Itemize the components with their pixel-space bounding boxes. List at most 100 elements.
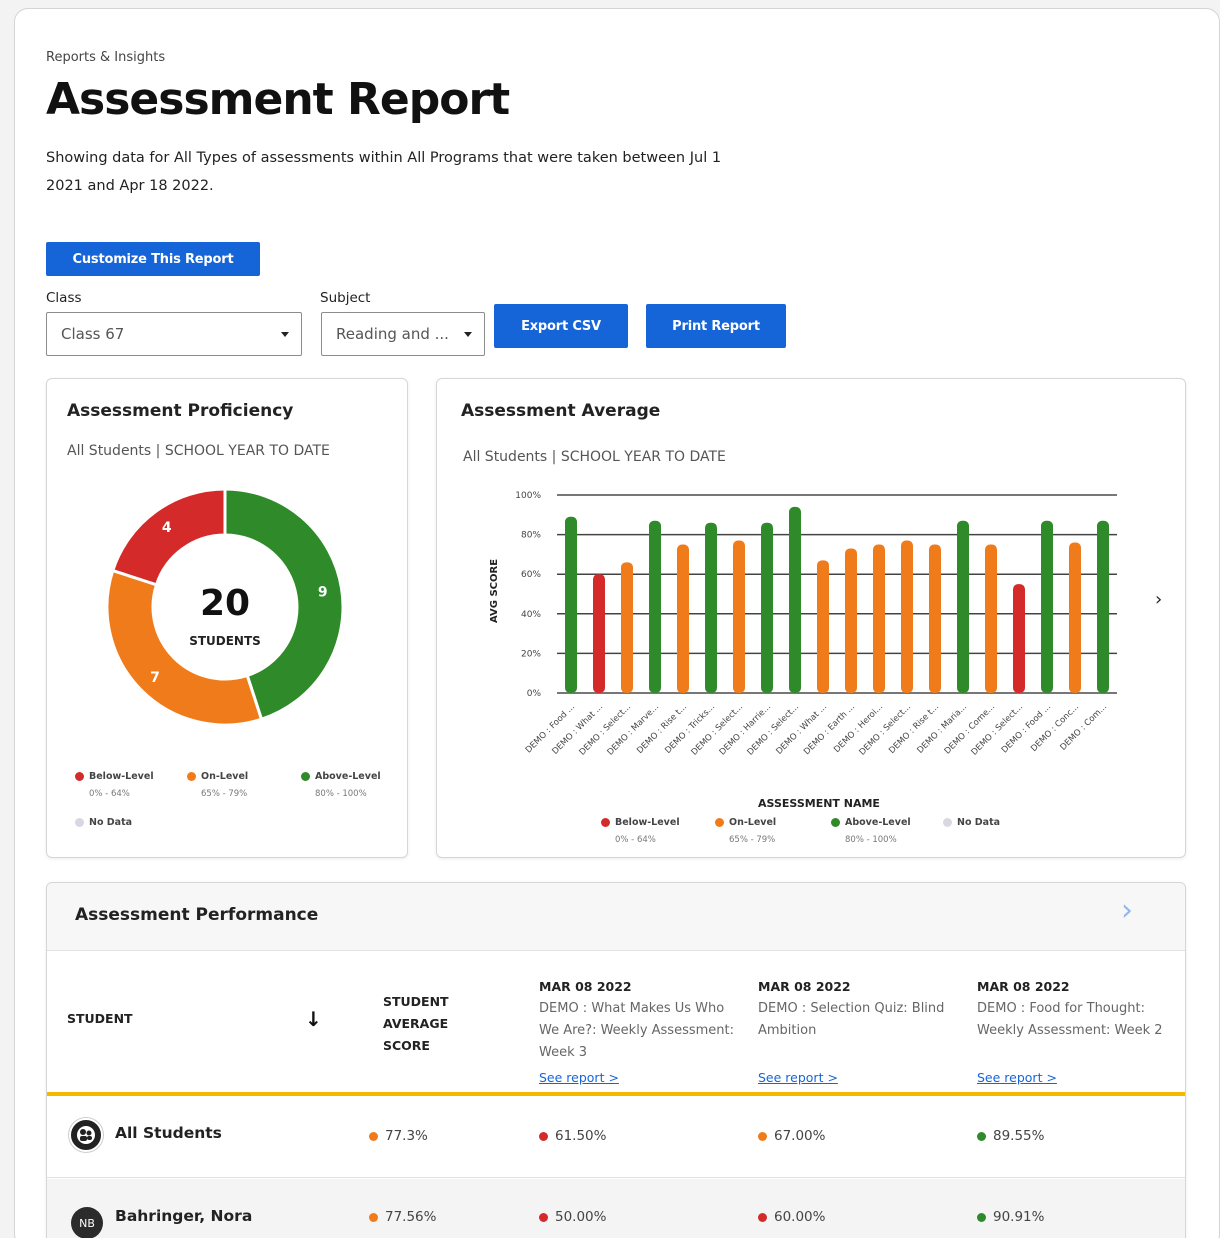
- y-tick-label: 100%: [515, 491, 541, 501]
- bar-3[interactable]: [621, 562, 633, 693]
- bar-17[interactable]: [1013, 584, 1025, 693]
- legend-label: No Data: [89, 817, 133, 828]
- group-avatar-icon: [69, 1118, 103, 1152]
- bar-1[interactable]: [565, 516, 577, 693]
- export-csv-button[interactable]: Export CSV: [494, 304, 628, 348]
- x-tick-label: DEMO : Maria...: [915, 702, 969, 756]
- bar-11[interactable]: [845, 548, 857, 693]
- subject-select[interactable]: Reading and ...: [321, 312, 485, 356]
- avatar: NB: [71, 1207, 103, 1238]
- x-tick-label: DEMO : Select...: [970, 702, 1026, 758]
- chevron-down-icon: [281, 331, 289, 337]
- legend-dot: [943, 818, 952, 827]
- bar-13[interactable]: [901, 540, 913, 693]
- legend-dot: [831, 818, 840, 827]
- bar-8[interactable]: [761, 522, 773, 693]
- class-select[interactable]: Class 67: [46, 312, 302, 356]
- legend-label: On-Level: [201, 771, 249, 782]
- x-tick-label: DEMO : Food ...: [1000, 702, 1053, 755]
- bar-10[interactable]: [817, 560, 829, 693]
- x-axis-label: ASSESSMENT NAME: [758, 797, 880, 810]
- see-report-link[interactable]: See report >: [539, 1070, 739, 1085]
- legend-range: 0% - 64%: [89, 789, 130, 799]
- legend-dot: [75, 818, 84, 827]
- see-report-link[interactable]: See report >: [977, 1070, 1177, 1085]
- score-cell: 50.00%: [539, 1209, 606, 1225]
- donut-center-value: 20: [200, 583, 250, 624]
- legend-dot: [715, 818, 724, 827]
- x-tick-label: DEMO : Select...: [858, 702, 914, 758]
- see-report-link[interactable]: See report >: [758, 1070, 958, 1085]
- bar-4[interactable]: [649, 520, 661, 693]
- bar-6[interactable]: [705, 522, 717, 693]
- assessment-name: DEMO : What Makes Us Who We Are?: Weekly…: [539, 1001, 734, 1060]
- legend-label: Below-Level: [89, 771, 154, 782]
- chevron-right-icon[interactable]: ›: [1155, 589, 1162, 610]
- col-student-header[interactable]: STUDENT: [67, 1011, 133, 1026]
- average-subtitle: All Students | SCHOOL YEAR TO DATE: [463, 449, 726, 465]
- bar-19[interactable]: [1069, 542, 1081, 693]
- x-tick-label: DEMO : What ...: [550, 702, 605, 757]
- score-cell: 90.91%: [977, 1209, 1044, 1225]
- legend-label: Below-Level: [615, 817, 680, 828]
- sort-arrow-down-icon[interactable]: ↓: [305, 1007, 322, 1031]
- customize-report-button[interactable]: Customize This Report: [46, 242, 260, 276]
- assessment-name: DEMO : Food for Thought: Weekly Assessme…: [977, 1001, 1163, 1038]
- bar-2[interactable]: [593, 574, 605, 693]
- donut-slice-below-level[interactable]: [110, 487, 227, 587]
- performance-card: Assessment Performance › STUDENT ↓ STUDE…: [46, 882, 1186, 1238]
- x-tick-label: DEMO : Select...: [690, 702, 746, 758]
- below-level-dot: [758, 1212, 767, 1222]
- bar-5[interactable]: [677, 544, 689, 694]
- assessment-name: DEMO : Selection Quiz: Blind Ambition: [758, 1001, 945, 1038]
- average-score-cell: 77.56%: [369, 1209, 436, 1225]
- score-cell: 61.50%: [539, 1128, 606, 1144]
- score-cell: 60.00%: [758, 1209, 825, 1225]
- student-name[interactable]: Bahringer, Nora: [115, 1207, 252, 1225]
- legend-label: No Data: [957, 817, 1001, 828]
- bar-14[interactable]: [929, 544, 941, 694]
- class-select-value: Class 67: [61, 325, 125, 343]
- col-average-header: STUDENT AVERAGE SCORE: [383, 991, 449, 1057]
- legend-below-level: Below-Level 0% - 64%: [75, 771, 154, 799]
- legend-no-data: No Data: [943, 817, 1000, 828]
- y-tick-label: 80%: [521, 531, 541, 541]
- donut-slice-label: 9: [318, 585, 328, 601]
- col-average-line: SCORE: [383, 1038, 430, 1053]
- score-value: 60.00%: [774, 1209, 826, 1225]
- table-row[interactable]: NB Bahringer, Nora 77.56% 50.00% 60.00% …: [47, 1179, 1185, 1238]
- score-value: 77.3%: [385, 1128, 428, 1144]
- proficiency-subtitle: All Students | SCHOOL YEAR TO DATE: [67, 443, 330, 459]
- x-tick-label: DEMO : Earth ...: [802, 702, 857, 757]
- bar-20[interactable]: [1097, 520, 1109, 693]
- x-tick-label: DEMO : Rise t...: [635, 702, 689, 756]
- bar-15[interactable]: [957, 520, 969, 693]
- subject-label: Subject: [320, 290, 371, 306]
- score-value: 77.56%: [385, 1209, 437, 1225]
- bar-18[interactable]: [1041, 520, 1053, 693]
- breadcrumb[interactable]: Reports & Insights: [46, 50, 165, 65]
- assessment-date: MAR 08 2022: [977, 979, 1070, 994]
- chevron-right-icon[interactable]: ›: [1121, 893, 1133, 928]
- score-cell: 67.00%: [758, 1128, 825, 1144]
- performance-title: Assessment Performance: [75, 905, 319, 925]
- bar-7[interactable]: [733, 540, 745, 693]
- bar-16[interactable]: [985, 544, 997, 694]
- legend-label: On-Level: [729, 817, 777, 828]
- above-level-dot: [977, 1131, 986, 1141]
- score-cell: 89.55%: [977, 1128, 1044, 1144]
- bar-12[interactable]: [873, 544, 885, 694]
- bar-9[interactable]: [789, 506, 801, 693]
- table-row[interactable]: All Students 77.3% 61.50% 67.00% 89.55%: [47, 1096, 1185, 1178]
- proficiency-title: Assessment Proficiency: [67, 401, 294, 421]
- y-tick-label: 20%: [521, 649, 541, 659]
- print-report-button[interactable]: Print Report: [646, 304, 786, 348]
- average-card: Assessment Average All Students | SCHOOL…: [436, 378, 1186, 858]
- y-tick-label: 0%: [527, 689, 542, 699]
- donut-slice-label: 7: [150, 670, 160, 686]
- legend-range: 65% - 79%: [201, 789, 248, 799]
- x-tick-label: DEMO : Harrie...: [718, 702, 773, 757]
- student-name[interactable]: All Students: [115, 1124, 222, 1142]
- legend-range: 0% - 64%: [615, 835, 656, 845]
- assessment-date: MAR 08 2022: [539, 979, 632, 994]
